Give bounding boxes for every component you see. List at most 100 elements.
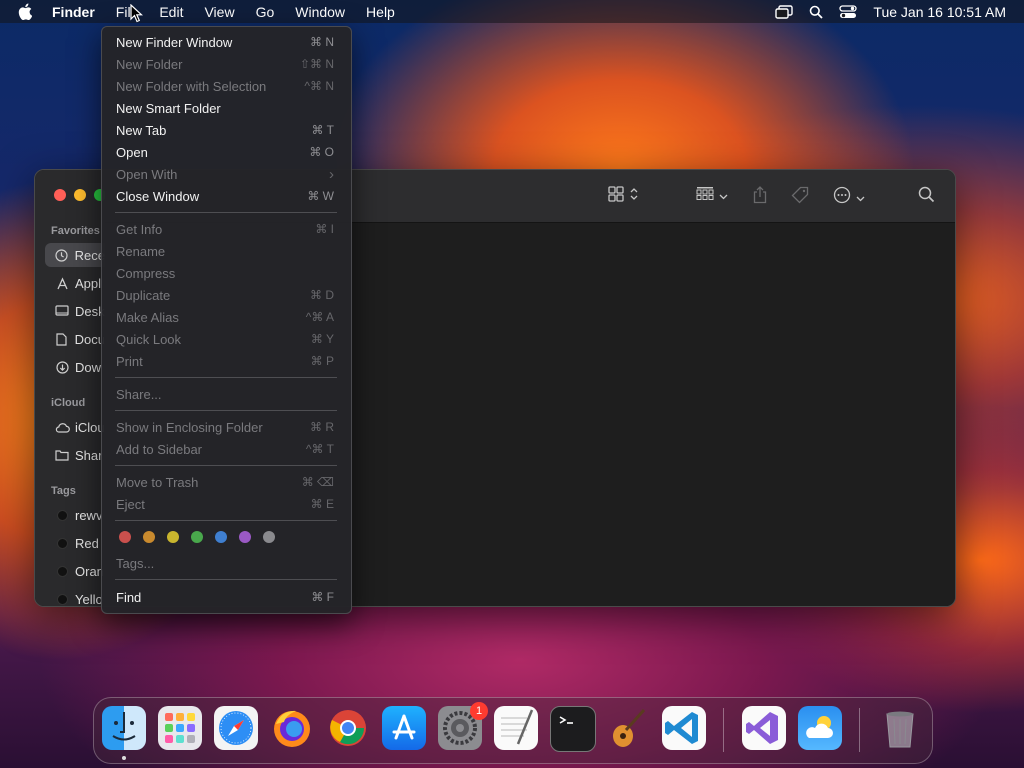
share-icon[interactable] [753,186,767,204]
search-icon[interactable] [809,5,824,19]
sidebar-item-label: Yello [75,591,103,607]
menu-item-new-folder: New Folder ⇧⌘ N [116,56,334,72]
search-icon[interactable] [918,186,935,203]
menu-separator [115,212,337,213]
menu-separator [115,520,337,521]
up-down-chevron-icon [630,187,638,206]
weather-icon[interactable] [798,706,842,750]
tag-color-blue[interactable] [215,531,227,543]
grid-icon [608,186,624,207]
sidebar-item-shared[interactable]: Shar [45,443,105,467]
group-by-button[interactable] [696,186,728,205]
menu-item-tags: Tags... [116,555,155,571]
cloud-icon [54,422,70,433]
close-window-button[interactable] [54,189,66,201]
more-actions-icon [833,186,851,209]
minimize-window-button[interactable] [74,189,86,201]
sidebar-item-label: Dow [75,359,102,375]
tag-color-gray[interactable] [263,531,275,543]
sidebar-item-label: Red [75,535,99,551]
menu-item-compress: Compress [116,265,176,281]
sidebar-section-icloud: iCloud [51,397,86,409]
tag-dot-icon [54,509,70,521]
terminal-icon[interactable] [550,706,596,752]
tag-icon[interactable] [791,186,809,204]
menu-separator [115,377,337,378]
tag-color-yellow[interactable] [167,531,179,543]
sidebar-item-icloud-drive[interactable]: iClou [45,415,105,439]
menu-item-eject: Eject ⌘ E [116,496,334,512]
app-store-icon[interactable] [382,706,426,750]
tag-color-picker [119,531,287,543]
menu-view[interactable]: View [204,4,234,20]
screen-mirroring-icon[interactable] [775,4,794,19]
file-menu-dropdown: New Finder Window ⌘ N New Folder ⇧⌘ N New … [101,26,352,614]
tag-color-red[interactable] [119,531,131,543]
sidebar-item-label: Appl [75,275,102,291]
menu-item-open[interactable]: Open ⌘ O [102,141,351,163]
finder-icon[interactable] [102,706,146,750]
menu-item-find[interactable]: Find ⌘ F [102,586,351,608]
vscode-icon[interactable] [662,706,706,750]
menu-item-close-window[interactable]: Close Window ⌘ W [102,185,351,207]
menu-separator [115,465,337,466]
sidebar-item-recents[interactable]: Rece [45,243,105,267]
chrome-icon[interactable] [326,706,370,750]
apple-menu-icon[interactable] [18,3,34,21]
tag-dot-icon [54,565,70,577]
group-grid-icon [696,186,714,205]
applications-icon [54,276,70,290]
menu-separator [115,579,337,580]
sidebar-item-applications[interactable]: Appl [45,271,105,295]
icon-view-toggle[interactable] [608,186,638,207]
system-settings-icon[interactable]: 1 [438,702,488,750]
menu-bar: Finder File Edit View Go Window Help Tue… [0,0,1024,23]
mouse-cursor [130,3,144,28]
desktop-icon [54,305,70,317]
firefox-icon[interactable] [270,706,314,750]
menu-item-new-tab[interactable]: New Tab ⌘ T [102,119,351,141]
menubar-clock[interactable]: Tue Jan 16 10:51 AM [873,4,1006,20]
tag-color-purple[interactable] [239,531,251,543]
menu-item-move-to-trash: Move to Trash ⌘ ⌫ [116,474,334,490]
menu-window[interactable]: Window [295,4,345,20]
menu-item-new-finder-window[interactable]: New Finder Window ⌘ N [102,31,351,53]
notification-badge: 1 [470,702,488,720]
sidebar-tag-rewv[interactable]: rewv [45,503,105,527]
safari-icon[interactable] [214,706,258,750]
action-menu-button[interactable] [833,186,865,209]
menu-finder[interactable]: Finder [52,4,95,20]
sidebar-item-documents[interactable]: Docu [45,327,105,351]
menu-item-open-with: Open With › [116,165,334,183]
trash-icon[interactable] [878,706,922,750]
textedit-icon[interactable] [494,706,538,750]
chevron-down-icon [856,189,865,207]
sidebar-item-desktop[interactable]: Desk [45,299,105,323]
garageband-icon[interactable] [606,706,650,750]
sidebar-section-tags: Tags [51,485,76,497]
tag-color-green[interactable] [191,531,203,543]
sidebar-tag-orange[interactable]: Oran [45,559,105,583]
sidebar-tag-red[interactable]: Red [45,531,105,555]
menu-item-new-smart-folder[interactable]: New Smart Folder [102,97,351,119]
status-area: Tue Jan 16 10:51 AM [775,0,1024,23]
visual-studio-icon[interactable] [742,706,786,750]
menu-separator [115,410,337,411]
shared-folder-icon [54,449,70,461]
menu-item-show-in-enclosing-folder: Show in Enclosing Folder ⌘ R [116,419,334,435]
running-indicator [122,756,126,760]
menu-item-rename: Rename [116,243,166,259]
menu-item-print: Print ⌘ P [116,353,334,369]
launchpad-icon[interactable] [158,706,202,750]
menu-item-new-folder-with-selection: New Folder with Selection ^⌘ N [116,78,334,94]
tag-color-orange[interactable] [143,531,155,543]
dock-separator [723,708,724,752]
download-icon [54,360,70,374]
menu-help[interactable]: Help [366,4,395,20]
sidebar-tag-yellow[interactable]: Yello [45,587,105,607]
tag-dot-icon [54,537,70,549]
menu-go[interactable]: Go [256,4,275,20]
menu-edit[interactable]: Edit [159,4,183,20]
control-center-icon[interactable] [839,4,858,19]
sidebar-item-downloads[interactable]: Dow [45,355,105,379]
